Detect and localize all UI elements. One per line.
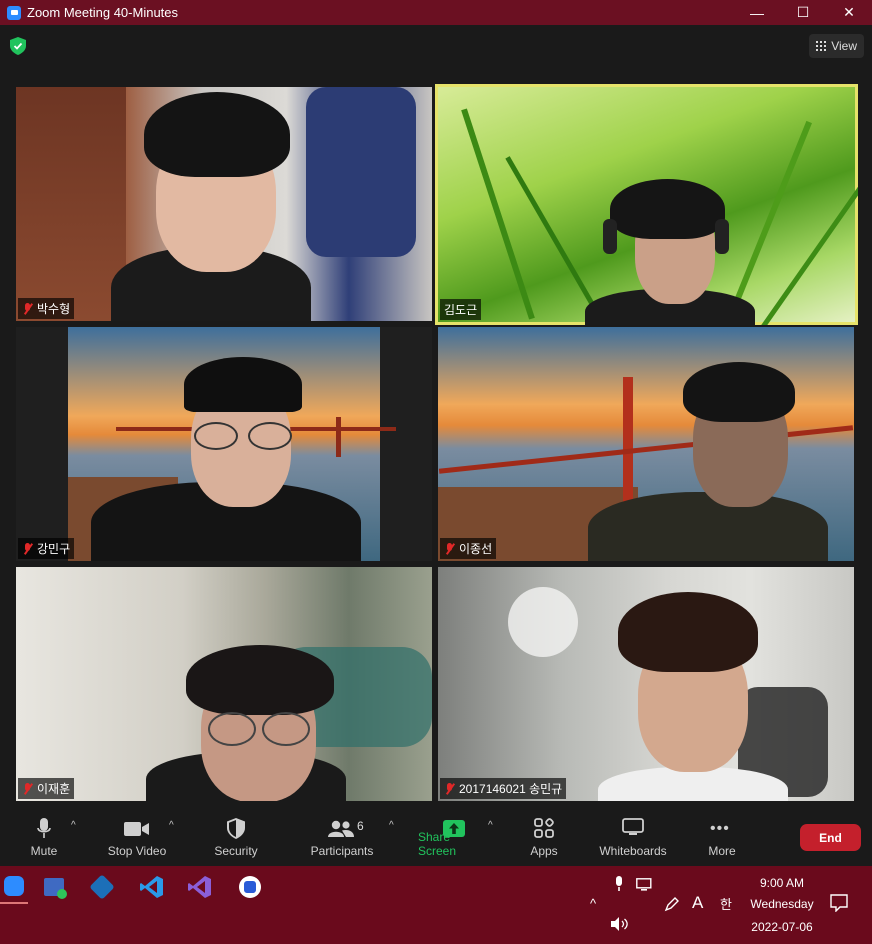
share-screen-button[interactable]: Share Screen (418, 808, 490, 866)
window-title: Zoom Meeting 40-Minutes (27, 5, 179, 20)
media-player-taskbar-icon[interactable] (40, 872, 68, 902)
mic-muted-icon (22, 542, 33, 555)
visual-studio-taskbar-icon[interactable] (186, 872, 214, 902)
participant-video (598, 767, 788, 801)
clock-day[interactable]: Wednesday (746, 897, 818, 911)
whiteboards-label: Whiteboards (599, 844, 667, 858)
pen-tray-icon[interactable] (664, 896, 680, 912)
grid-icon (816, 41, 827, 51)
view-button-label: View (831, 39, 857, 53)
stop-video-button[interactable]: Stop Video (104, 808, 170, 866)
participant-name: 김도근 (444, 303, 478, 317)
video-tile[interactable]: 박수형 (16, 87, 432, 321)
meeting-top-bar: View (0, 25, 872, 69)
participant-name: 2017146021 송민규 (459, 782, 563, 796)
minimize-button[interactable]: — (734, 0, 780, 25)
microphone-tray-icon[interactable] (614, 876, 624, 892)
whiteboards-button[interactable]: Whiteboards (597, 808, 669, 866)
security-button[interactable]: Security (212, 808, 260, 866)
volume-tray-icon[interactable] (611, 917, 629, 931)
notification-center-icon[interactable] (830, 894, 848, 912)
mic-muted-icon (444, 782, 455, 795)
windows-taskbar: ^ A 한 9:00 AM Wednesday 2022-07-06 (0, 866, 872, 944)
participant-name-tag: 김도근 (440, 299, 482, 320)
participant-name-tag: 이재훈 (18, 778, 75, 799)
end-meeting-button[interactable]: End (800, 824, 861, 851)
participant-name: 이종선 (459, 542, 493, 556)
microphone-icon (37, 818, 51, 838)
participants-count: 6 (357, 819, 364, 833)
apps-button[interactable]: Apps (526, 808, 562, 866)
maximize-button[interactable]: ☐ (780, 0, 826, 25)
participants-button[interactable]: 6 Participants (306, 808, 378, 866)
participant-name-tag: 이종선 (440, 538, 497, 559)
input-language-indicator[interactable]: A (692, 893, 703, 913)
mic-muted-icon (444, 542, 455, 555)
video-tile-active-speaker[interactable]: 김도근 (435, 84, 858, 325)
apps-label: Apps (530, 844, 558, 858)
participants-options-caret[interactable]: ^ (389, 820, 394, 831)
participant-name: 박수형 (37, 302, 71, 316)
participants-icon (328, 820, 354, 837)
participant-name: 강민구 (37, 542, 71, 556)
title-bar: Zoom Meeting 40-Minutes — ☐ ✕ (0, 0, 872, 25)
participant-name: 이재훈 (37, 782, 71, 796)
stop-video-label: Stop Video (107, 844, 167, 858)
participant-name-tag: 박수형 (18, 298, 75, 319)
zoom-meeting-window: Zoom Meeting 40-Minutes — ☐ ✕ View 박수형 김… (0, 0, 872, 944)
participants-label: Participants (310, 844, 374, 858)
zoom-logo-icon (7, 5, 21, 20)
participant-name-tag: 강민구 (18, 538, 75, 559)
security-label: Security (214, 844, 258, 858)
video-tile[interactable]: 이재훈 (16, 567, 432, 801)
security-shield-icon (227, 818, 245, 839)
mic-muted-icon (22, 782, 33, 795)
whiteboard-icon (622, 818, 644, 835)
more-label: More (708, 844, 736, 858)
meeting-controls-toolbar: Mute ^ Stop Video ^ Security 6 Participa… (0, 808, 872, 866)
close-button[interactable]: ✕ (826, 0, 872, 25)
video-tile[interactable]: 이종선 (438, 327, 854, 561)
app-taskbar-icon[interactable] (236, 872, 264, 902)
mic-muted-icon (22, 302, 33, 315)
visual-studio-logo-icon (188, 876, 211, 898)
video-tile[interactable]: 강민구 (16, 327, 432, 561)
participant-name-tag: 2017146021 송민규 (440, 778, 567, 799)
apps-icon (534, 818, 554, 838)
zoom-taskbar-icon[interactable] (0, 870, 28, 904)
share-screen-arrow-icon (443, 820, 465, 837)
audio-options-caret[interactable]: ^ (71, 820, 76, 831)
more-dots-icon: ••• (710, 820, 730, 837)
more-button[interactable]: ••• More (704, 808, 740, 866)
view-button[interactable]: View (809, 34, 864, 58)
mute-button[interactable]: Mute (22, 808, 66, 866)
video-camera-icon (124, 822, 149, 836)
vscode-logo-icon (140, 876, 163, 898)
network-tray-icon[interactable] (636, 878, 652, 892)
show-hidden-icons-button[interactable]: ^ (590, 896, 596, 911)
korean-ime-indicator[interactable]: 한 (720, 894, 732, 913)
mute-label: Mute (30, 844, 58, 858)
share-options-caret[interactable]: ^ (488, 820, 493, 831)
vscode-taskbar-icon[interactable] (138, 872, 166, 902)
virtualbox-taskbar-icon[interactable] (88, 872, 116, 902)
encryption-shield-icon[interactable] (10, 37, 26, 55)
video-options-caret[interactable]: ^ (169, 820, 174, 831)
clock-date[interactable]: 2022-07-06 (748, 920, 816, 934)
participant-video (588, 492, 828, 561)
video-tile[interactable]: 2017146021 송민규 (438, 567, 854, 801)
clock-time[interactable]: 9:00 AM (752, 876, 812, 890)
